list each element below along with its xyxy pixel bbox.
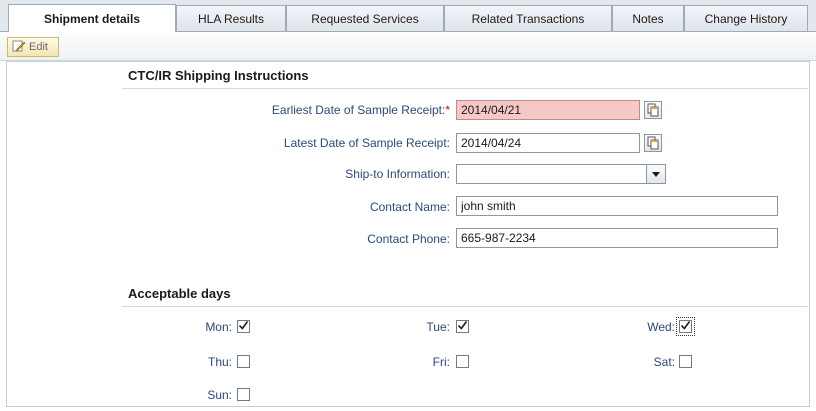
tab-shipment-details[interactable]: Shipment details — [8, 4, 176, 32]
shipto-select[interactable] — [456, 164, 666, 184]
checkmark-icon — [680, 320, 691, 334]
checkmark-icon — [238, 320, 249, 334]
tab-notes[interactable]: Notes — [612, 5, 684, 31]
tab-hla-results[interactable]: HLA Results — [176, 5, 286, 31]
latest-date-label: Latest Date of Sample Receipt: — [283, 136, 450, 150]
tab-change-history[interactable]: Change History — [684, 5, 808, 31]
checkbox-tue[interactable] — [456, 320, 469, 333]
edit-button-label: Edit — [29, 41, 48, 53]
calendar-icon — [645, 103, 661, 121]
edit-button[interactable]: Edit — [7, 37, 59, 57]
earliest-date-label: Earliest Date of Sample Receipt:* — [271, 103, 450, 117]
calendar-icon — [645, 136, 661, 154]
day-label-thu: Thu: — [207, 355, 232, 369]
checkbox-sun[interactable] — [237, 388, 250, 401]
shipping-section-divider — [122, 88, 808, 89]
checkbox-thu[interactable] — [237, 355, 250, 368]
shipto-label: Ship-to Information: — [345, 167, 450, 181]
contact-name-input[interactable] — [456, 196, 778, 216]
shipping-section-title: CTC/IR Shipping Instructions — [128, 68, 309, 83]
shipto-dropdown-button[interactable] — [646, 165, 665, 183]
contact-phone-label: Contact Phone: — [367, 232, 450, 246]
day-label-sun: Sun: — [207, 388, 232, 402]
tab-strip: Shipment details HLA Results Requested S… — [0, 0, 816, 32]
checkmark-icon — [457, 320, 468, 334]
latest-date-calendar-button[interactable] — [644, 134, 662, 152]
day-label-fri: Fri: — [432, 355, 450, 369]
contact-phone-input[interactable] — [456, 228, 778, 248]
checkbox-fri[interactable] — [456, 355, 469, 368]
chevron-down-icon — [651, 167, 661, 181]
checkbox-sat[interactable] — [679, 355, 692, 368]
earliest-date-input[interactable] — [456, 100, 640, 120]
days-section-divider — [122, 306, 808, 307]
earliest-date-calendar-button[interactable] — [644, 101, 662, 119]
toolbar: Edit — [0, 32, 816, 61]
checkbox-mon[interactable] — [237, 320, 250, 333]
edit-icon — [12, 39, 26, 56]
required-marker: * — [445, 103, 450, 117]
latest-date-input[interactable] — [456, 133, 640, 153]
day-label-tue: Tue: — [426, 320, 450, 334]
tab-related-transactions[interactable]: Related Transactions — [444, 5, 612, 31]
day-label-sat: Sat: — [653, 355, 675, 369]
tab-requested-services[interactable]: Requested Services — [286, 5, 444, 31]
days-section-title: Acceptable days — [128, 286, 231, 301]
day-label-mon: Mon: — [205, 320, 232, 334]
checkbox-wed[interactable] — [676, 317, 695, 336]
day-label-wed: Wed: — [647, 320, 675, 334]
contact-name-label: Contact Name: — [369, 200, 450, 214]
